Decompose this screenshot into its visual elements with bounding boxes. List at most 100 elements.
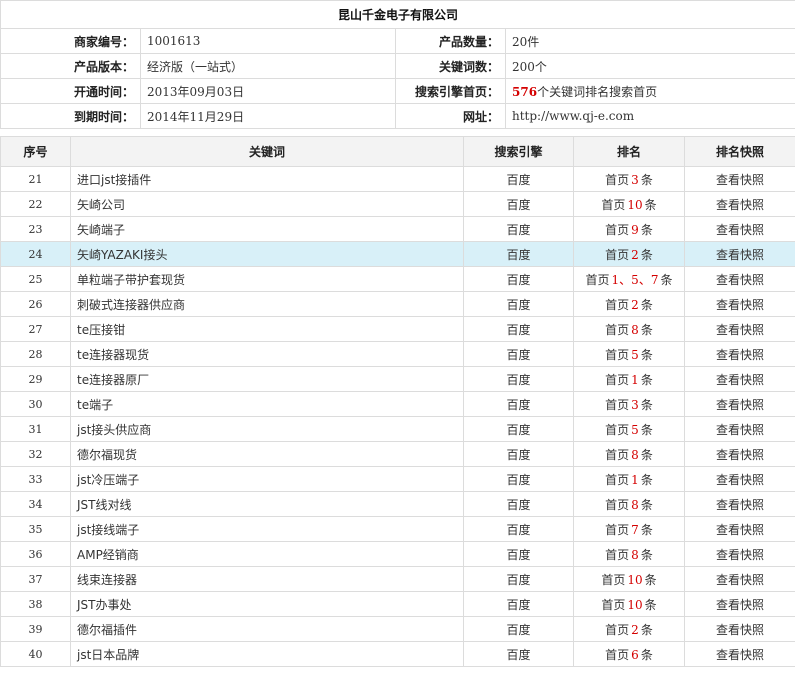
view-snapshot-link[interactable]: 查看快照 bbox=[684, 241, 795, 267]
rank-number: 2 bbox=[631, 247, 639, 262]
view-snapshot-link[interactable]: 查看快照 bbox=[684, 391, 795, 417]
row-engine: 百度 bbox=[463, 441, 574, 467]
view-snapshot-link[interactable]: 查看快照 bbox=[684, 416, 795, 442]
view-snapshot-link[interactable]: 查看快照 bbox=[684, 216, 795, 242]
row-engine: 百度 bbox=[463, 491, 574, 517]
view-snapshot-link[interactable]: 查看快照 bbox=[684, 191, 795, 217]
row-keyword: jst日本品牌 bbox=[70, 641, 464, 667]
view-snapshot-link[interactable]: 查看快照 bbox=[684, 616, 795, 642]
view-snapshot-link[interactable]: 查看快照 bbox=[684, 316, 795, 342]
product-count-value: 20件 bbox=[504, 28, 795, 54]
rank-number: 3 bbox=[631, 172, 639, 187]
view-snapshot-link[interactable]: 查看快照 bbox=[684, 591, 795, 617]
row-rank: 首页 1 条 bbox=[573, 366, 685, 392]
rank-number: 8 bbox=[631, 322, 639, 337]
view-snapshot-link[interactable]: 查看快照 bbox=[684, 166, 795, 192]
row-seq: 35 bbox=[0, 516, 71, 542]
rank-number: 6 bbox=[631, 647, 639, 662]
view-snapshot-link[interactable]: 查看快照 bbox=[684, 291, 795, 317]
row-engine: 百度 bbox=[463, 591, 574, 617]
row-keyword: te连接器原厂 bbox=[70, 366, 464, 392]
view-snapshot-link[interactable]: 查看快照 bbox=[684, 541, 795, 567]
row-seq: 23 bbox=[0, 216, 71, 242]
row-keyword: 矢崎YAZAKI接头 bbox=[70, 241, 464, 267]
rank-prefix: 首页 bbox=[605, 222, 630, 237]
row-keyword: 线束连接器 bbox=[70, 566, 464, 592]
rank-prefix: 首页 bbox=[605, 172, 630, 187]
rank-suffix: 条 bbox=[640, 322, 653, 337]
row-seq: 40 bbox=[0, 641, 71, 667]
view-snapshot-link[interactable]: 查看快照 bbox=[684, 341, 795, 367]
row-rank: 首页 7 条 bbox=[573, 516, 685, 542]
row-keyword: 单粒端子带护套现货 bbox=[70, 266, 464, 292]
row-seq: 29 bbox=[0, 366, 71, 392]
table-row: 27 te压接钳 百度 首页 8 条查看快照 bbox=[0, 316, 795, 342]
rank-suffix: 条 bbox=[640, 247, 653, 262]
rank-prefix: 首页 bbox=[605, 422, 630, 437]
rank-prefix: 首页 bbox=[605, 372, 630, 387]
view-snapshot-link[interactable]: 查看快照 bbox=[684, 466, 795, 492]
row-seq: 30 bbox=[0, 391, 71, 417]
header-keyword: 关键词 bbox=[70, 136, 464, 167]
rank-number: 5 bbox=[631, 347, 639, 362]
row-engine: 百度 bbox=[463, 516, 574, 542]
rank-number: 8 bbox=[631, 547, 639, 562]
url-label: 网址： bbox=[395, 103, 506, 129]
expire-label: 到期时间： bbox=[0, 103, 141, 129]
row-seq: 37 bbox=[0, 566, 71, 592]
row-rank: 首页 10 条 bbox=[573, 591, 685, 617]
row-engine: 百度 bbox=[463, 416, 574, 442]
view-snapshot-link[interactable]: 查看快照 bbox=[684, 366, 795, 392]
view-snapshot-link[interactable]: 查看快照 bbox=[684, 441, 795, 467]
rank-number: 10 bbox=[627, 572, 643, 587]
table-row: 39 德尔福插件 百度 首页 2 条查看快照 bbox=[0, 616, 795, 642]
rank-number: 2 bbox=[631, 297, 639, 312]
rank-prefix: 首页 bbox=[605, 547, 630, 562]
rank-prefix: 首页 bbox=[605, 647, 630, 662]
row-engine: 百度 bbox=[463, 341, 574, 367]
rank-suffix: 条 bbox=[660, 272, 673, 287]
rank-number: 1 bbox=[631, 472, 639, 487]
company-name: 昆山千金电子有限公司 bbox=[0, 0, 795, 29]
row-seq: 24 bbox=[0, 241, 71, 267]
rank-number: 3 bbox=[631, 397, 639, 412]
table-row: 40 jst日本品牌 百度 首页 6 条查看快照 bbox=[0, 641, 795, 667]
se-home-label: 搜索引擎首页： bbox=[395, 78, 506, 104]
row-keyword: te连接器现货 bbox=[70, 341, 464, 367]
version-label: 产品版本： bbox=[0, 53, 141, 79]
row-rank: 首页 6 条 bbox=[573, 641, 685, 667]
view-snapshot-link[interactable]: 查看快照 bbox=[684, 566, 795, 592]
open-time-label: 开通时间： bbox=[0, 78, 141, 104]
view-snapshot-link[interactable]: 查看快照 bbox=[684, 641, 795, 667]
se-home-value: 576个关键词排名搜索首页 bbox=[504, 78, 795, 104]
row-engine: 百度 bbox=[463, 191, 574, 217]
url-value[interactable]: http://www.qj-e.com bbox=[504, 103, 795, 129]
row-rank: 首页 9 条 bbox=[573, 216, 685, 242]
row-keyword: te端子 bbox=[70, 391, 464, 417]
row-engine: 百度 bbox=[463, 566, 574, 592]
table-row: 35 jst接线端子 百度 首页 7 条查看快照 bbox=[0, 516, 795, 542]
row-seq: 34 bbox=[0, 491, 71, 517]
row-engine: 百度 bbox=[463, 466, 574, 492]
table-row: 30 te端子 百度 首页 3 条查看快照 bbox=[0, 391, 795, 417]
row-rank: 首页 2 条 bbox=[573, 291, 685, 317]
rank-prefix: 首页 bbox=[601, 597, 626, 612]
table-row: 38 JST办事处 百度 首页 10 条查看快照 bbox=[0, 591, 795, 617]
keyword-count-label: 关键词数： bbox=[395, 53, 506, 79]
table-row: 33 jst冷压端子 百度 首页 1 条查看快照 bbox=[0, 466, 795, 492]
row-engine: 百度 bbox=[463, 316, 574, 342]
view-snapshot-link[interactable]: 查看快照 bbox=[684, 516, 795, 542]
row-rank: 首页 2 条 bbox=[573, 241, 685, 267]
row-engine: 百度 bbox=[463, 166, 574, 192]
rank-number: 5 bbox=[631, 422, 639, 437]
rank-prefix: 首页 bbox=[605, 522, 630, 537]
table-row: 28 te连接器现货 百度 首页 5 条查看快照 bbox=[0, 341, 795, 367]
view-snapshot-link[interactable]: 查看快照 bbox=[684, 266, 795, 292]
rank-number: 1 bbox=[631, 372, 639, 387]
row-engine: 百度 bbox=[463, 216, 574, 242]
rank-prefix: 首页 bbox=[585, 272, 610, 287]
view-snapshot-link[interactable]: 查看快照 bbox=[684, 491, 795, 517]
keyword-count-value: 200个 bbox=[504, 53, 795, 79]
rank-suffix: 条 bbox=[644, 572, 657, 587]
rank-suffix: 条 bbox=[644, 197, 657, 212]
